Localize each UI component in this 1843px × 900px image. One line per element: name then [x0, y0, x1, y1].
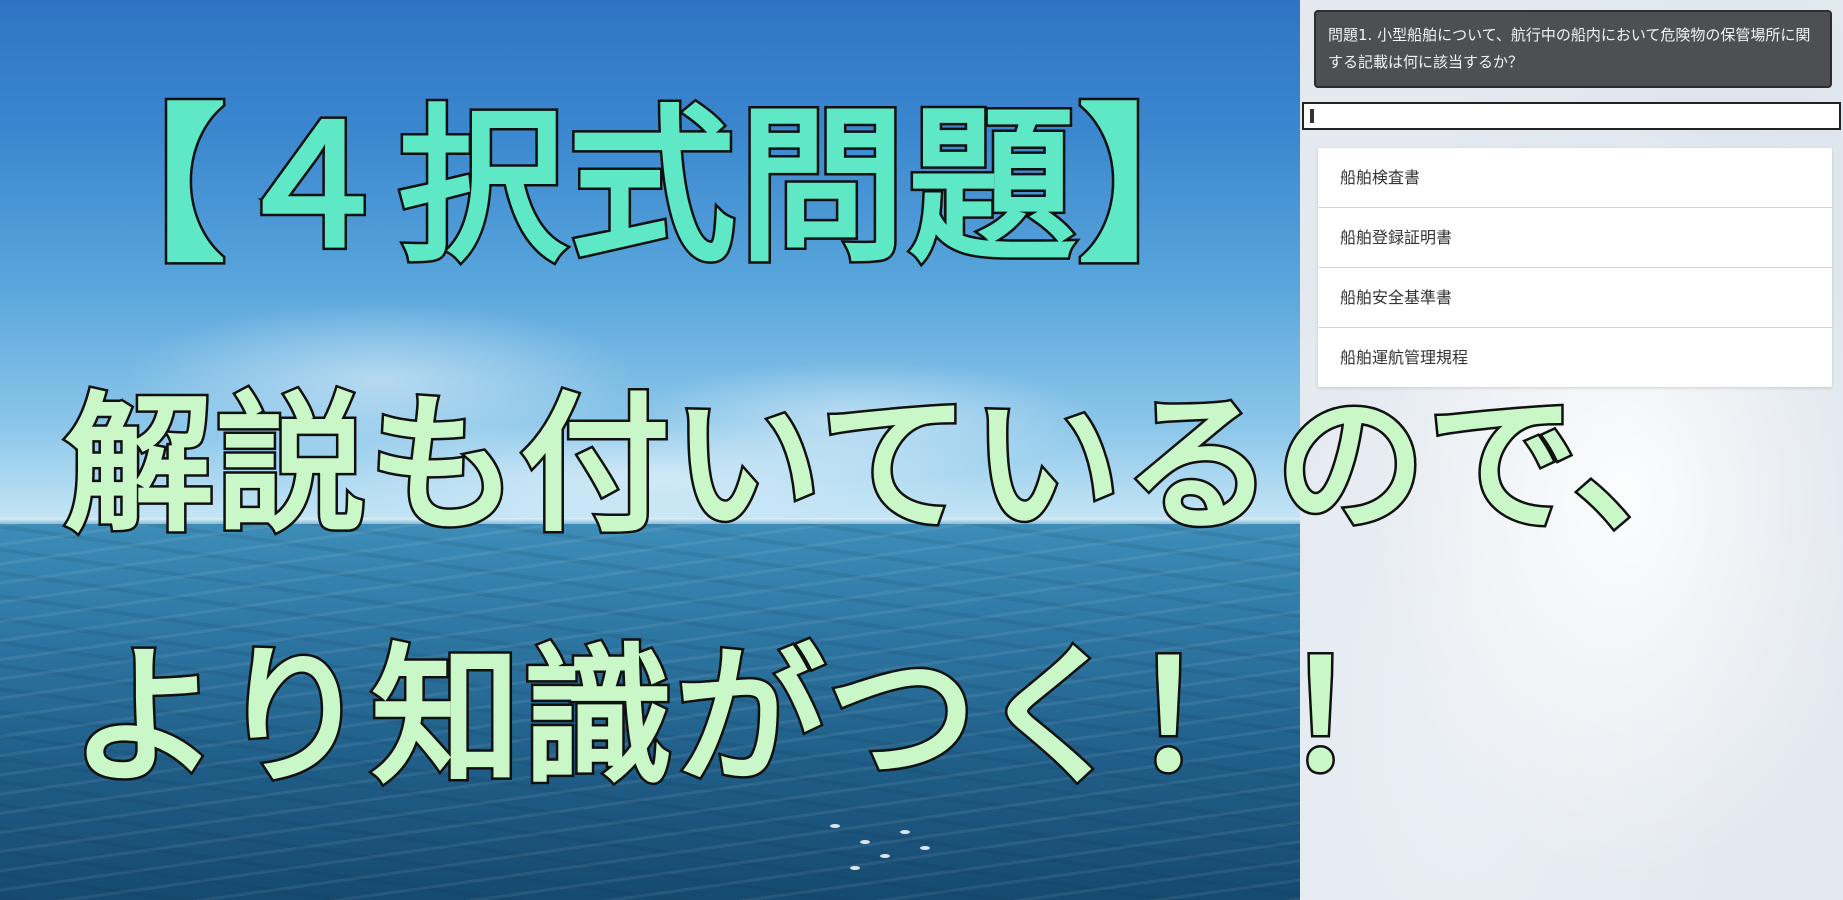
choice-option-3[interactable]: 船舶安全基準書 — [1318, 268, 1832, 328]
headline-explanation: 解説も付いているので、 — [62, 377, 1727, 553]
headline-four-choice: 【４択式問題】 — [56, 85, 1249, 288]
choice-option-1[interactable]: 船舶検査書 — [1318, 148, 1832, 208]
choice-option-2[interactable]: 船舶登録証明書 — [1318, 208, 1832, 268]
headline-knowledge: より知識がつく！！ — [67, 629, 1436, 805]
question-box: 問題1. 小型船舶について、航行中の船内において危険物の保管場所に関する記載は何… — [1314, 10, 1832, 88]
choice-list: 船舶検査書 船舶登録証明書 船舶安全基準書 船舶運航管理規程 — [1318, 148, 1832, 387]
text-caret — [1310, 109, 1314, 123]
question-text: 問題1. 小型船舶について、航行中の船内において危険物の保管場所に関する記載は何… — [1328, 26, 1811, 71]
answer-input[interactable] — [1302, 102, 1841, 130]
app-screen: 問題1. 小型船舶について、航行中の船内において危険物の保管場所に関する記載は何… — [0, 0, 1843, 900]
